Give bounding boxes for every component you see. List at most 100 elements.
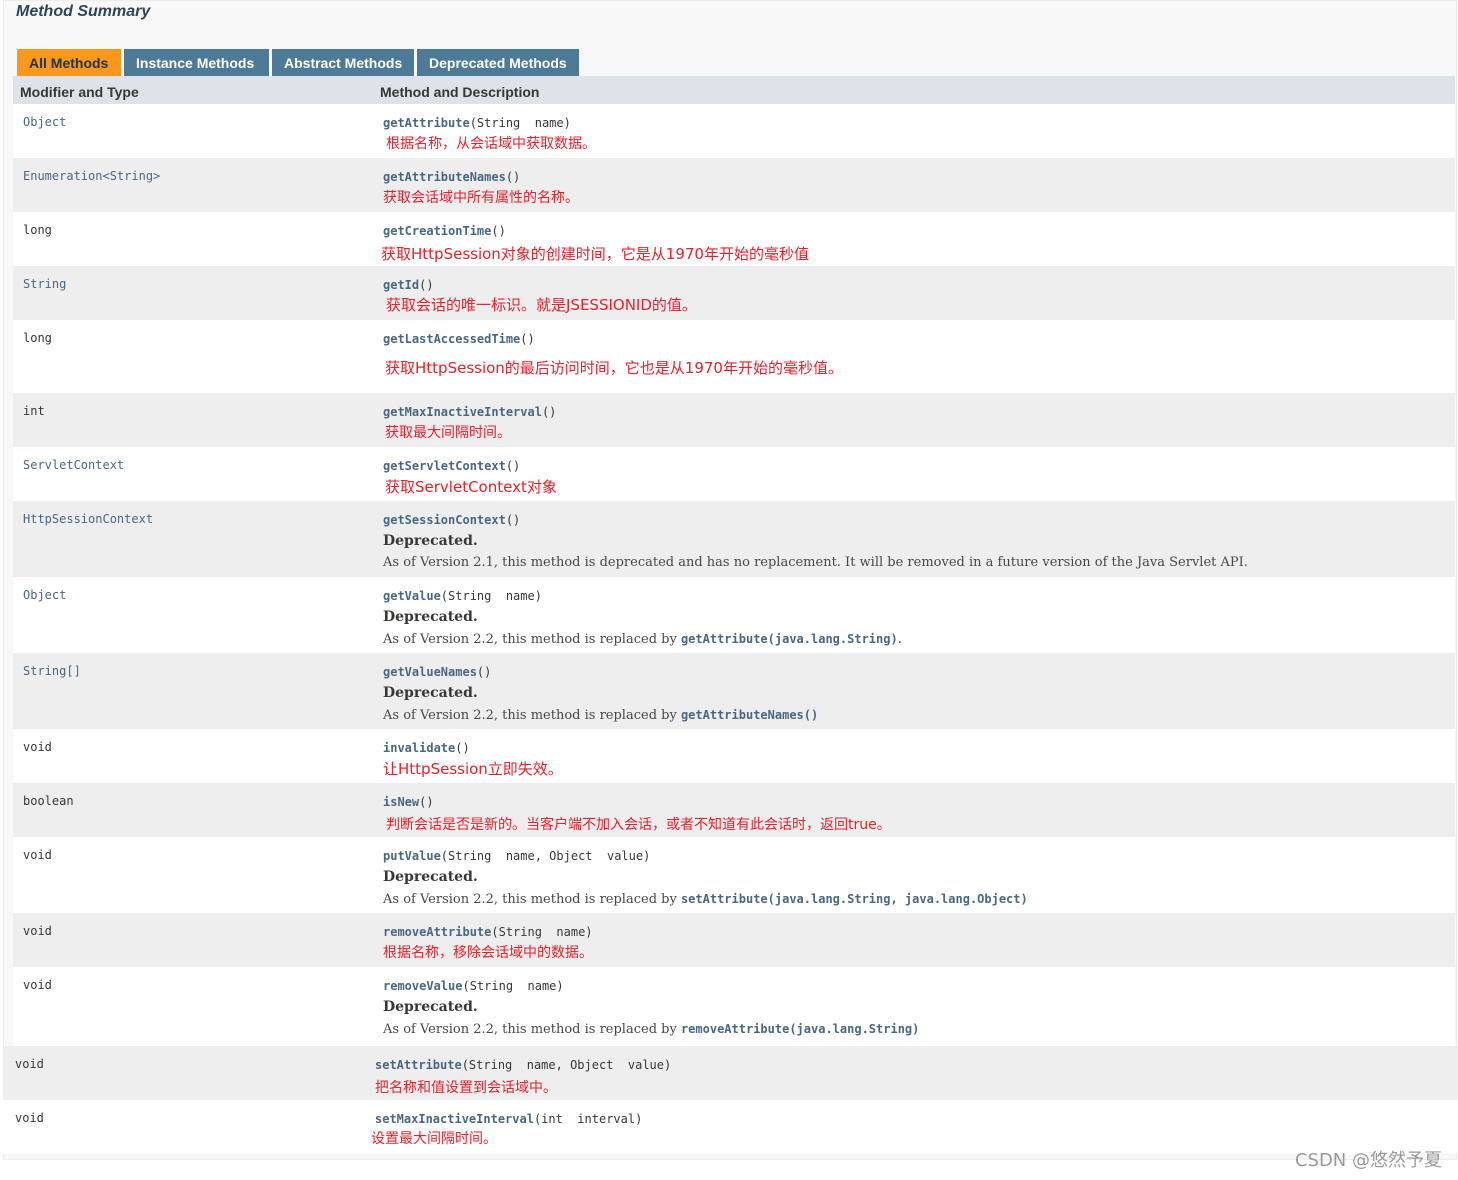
table-row: void removeAttribute(String name) 根据名称，移… (13, 913, 1455, 967)
table-row: String getId() 获取会话的唯一标识。就是JSESSIONID的值。 (13, 266, 1455, 320)
method-link[interactable]: getAttributeNames (383, 170, 506, 184)
return-type: void (15, 1057, 44, 1071)
method-link[interactable]: getId (383, 278, 419, 292)
return-type: boolean (23, 794, 74, 808)
table-row: Enumeration<String> getAttributeNames() … (13, 158, 1455, 212)
table-row: ServletContext getServletContext() 获取Ser… (13, 447, 1455, 501)
method-link[interactable]: getLastAccessedTime (383, 332, 520, 346)
method-signature: getId() (383, 277, 1445, 293)
method-params: (String name) (440, 589, 542, 603)
method-description: 根据名称，移除会话域中的数据。 (383, 945, 593, 961)
table-row: void invalidate() 让HttpSession立即失效。 (13, 729, 1455, 783)
method-description: 获取最大间隔时间。 (385, 425, 511, 441)
return-type: long (23, 223, 52, 237)
method-link[interactable]: getSessionContext (383, 513, 506, 527)
method-link[interactable]: removeValue (383, 979, 462, 993)
method-link[interactable]: getValueNames (383, 665, 477, 679)
tab-abstract-methods[interactable]: Abstract Methods (272, 49, 414, 77)
method-link[interactable]: getServletContext (383, 459, 506, 473)
method-params: () (491, 224, 506, 238)
return-type[interactable]: Object (23, 115, 66, 129)
deprecated-note-text: As of Version 2.2, this method is replac… (383, 1022, 681, 1037)
table-row: int getMaxInactiveInterval() 获取最大间隔时间。 (13, 393, 1455, 447)
method-link[interactable]: setMaxInactiveInterval (375, 1112, 534, 1126)
method-signature: getLastAccessedTime() (383, 331, 1445, 347)
method-signature: isNew() (383, 794, 1445, 810)
method-description: 获取HttpSession对象的创建时间，它是从1970年开始的毫秒值 (381, 245, 809, 263)
method-params: () (505, 459, 521, 473)
return-type[interactable]: ServletContext (23, 458, 124, 472)
deprecated-note-text: As of Version 2.2, this method is replac… (383, 632, 681, 647)
return-type: void (23, 924, 52, 938)
method-description: 获取HttpSession的最后访问时间，它也是从1970年开始的毫秒值。 (385, 359, 843, 377)
method-description: 获取会话的唯一标识。就是JSESSIONID的值。 (386, 296, 697, 314)
deprecated-note: As of Version 2.2, this method is replac… (383, 630, 1445, 649)
method-signature: getSessionContext() (383, 512, 1445, 528)
watermark: CSDN @悠然予夏 (1294, 1150, 1442, 1171)
method-signature: getAttributeNames() (383, 169, 1445, 185)
table-row: boolean isNew() 判断会话是否是新的。当客户端不加入会话，或者不知… (13, 783, 1455, 837)
method-signature: getValue(String name) (383, 588, 1445, 604)
deprecated-label: Deprecated. (383, 869, 478, 885)
method-signature: invalidate() (383, 740, 1445, 756)
method-link[interactable]: removeAttribute (383, 925, 491, 939)
deprecated-note-text: As of Version 2.2, this method is replac… (383, 708, 681, 723)
replacement-method-link[interactable]: setAttribute(java.lang.String, java.lang… (681, 892, 1028, 906)
return-type[interactable]: String[] (23, 664, 81, 678)
deprecated-note: As of Version 2.1, this method is deprec… (383, 555, 1248, 570)
return-type[interactable]: HttpSessionContext (23, 512, 153, 526)
method-link[interactable]: putValue (383, 849, 441, 863)
method-signature: getAttribute(String name) (383, 115, 1445, 131)
method-params: () (541, 405, 557, 419)
table-row: HttpSessionContext getSessionContext() D… (13, 501, 1455, 577)
replacement-method-link[interactable]: removeAttribute(java.lang.String) (681, 1022, 919, 1036)
method-params: () (419, 795, 434, 809)
method-signature: putValue(String name, Object value) (383, 848, 1445, 864)
method-filter-tabs: All Methods Instance Methods Abstract Me… (17, 49, 582, 77)
method-signature: setAttribute(String name, Object value) (375, 1057, 1448, 1073)
table-row: void putValue(String name, Object value)… (13, 837, 1455, 913)
replacement-method-link[interactable]: getAttribute(java.lang.String) (681, 632, 898, 646)
method-link[interactable]: getCreationTime (383, 224, 491, 238)
method-link[interactable]: getAttribute (383, 116, 470, 130)
method-signature: setMaxInactiveInterval(int interval) (375, 1111, 1448, 1127)
method-link[interactable]: setAttribute (375, 1058, 462, 1072)
tab-instance-methods[interactable]: Instance Methods (124, 49, 269, 77)
tab-all-methods[interactable]: All Methods (17, 49, 121, 77)
return-type: void (15, 1111, 44, 1125)
return-type: long (23, 331, 52, 345)
deprecated-note: As of Version 2.2, this method is replac… (383, 890, 1445, 909)
method-params: () (505, 513, 521, 527)
deprecated-label: Deprecated. (383, 685, 478, 701)
replacement-method-link[interactable]: getAttributeNames() (681, 708, 818, 722)
table-row: void setMaxInactiveInterval(int interval… (3, 1100, 1458, 1154)
column-header-modifier-type: Modifier and Type (20, 84, 139, 100)
deprecated-label: Deprecated. (383, 999, 478, 1015)
method-link[interactable]: getValue (383, 589, 441, 603)
deprecated-note-text: As of Version 2.2, this method is replac… (383, 892, 681, 907)
method-description: 设置最大间隔时间。 (371, 1131, 497, 1147)
table-row: Object getAttribute(String name) 根据名称，从会… (13, 104, 1455, 158)
table-row: Object getValue(String name) Deprecated.… (13, 577, 1455, 653)
method-signature: removeValue(String name) (383, 978, 1445, 994)
method-link[interactable]: isNew (383, 795, 419, 809)
return-type[interactable]: Object (23, 588, 66, 602)
method-description: 让HttpSession立即失效。 (383, 760, 563, 778)
deprecated-label: Deprecated. (383, 533, 478, 549)
table-row: void setAttribute(String name, Object va… (3, 1046, 1458, 1100)
method-link[interactable]: getMaxInactiveInterval (383, 405, 542, 419)
method-link[interactable]: invalidate (383, 741, 455, 755)
method-signature: getServletContext() (383, 458, 1445, 474)
tab-deprecated-methods[interactable]: Deprecated Methods (417, 49, 579, 77)
return-type[interactable]: String (23, 277, 66, 291)
section-title: Method Summary (16, 3, 151, 20)
return-type[interactable]: Enumeration<String> (23, 169, 160, 183)
return-type: void (23, 740, 52, 754)
deprecated-note: As of Version 2.2, this method is replac… (383, 1020, 1445, 1039)
method-description: 把名称和值设置到会话域中。 (375, 1080, 557, 1096)
method-signature: getValueNames() (383, 664, 1445, 680)
method-description: 获取会话域中所有属性的名称。 (383, 190, 579, 206)
deprecated-label: Deprecated. (383, 609, 478, 625)
table-header: Modifier and Type Method and Description (13, 76, 1455, 104)
return-type: int (23, 404, 45, 418)
